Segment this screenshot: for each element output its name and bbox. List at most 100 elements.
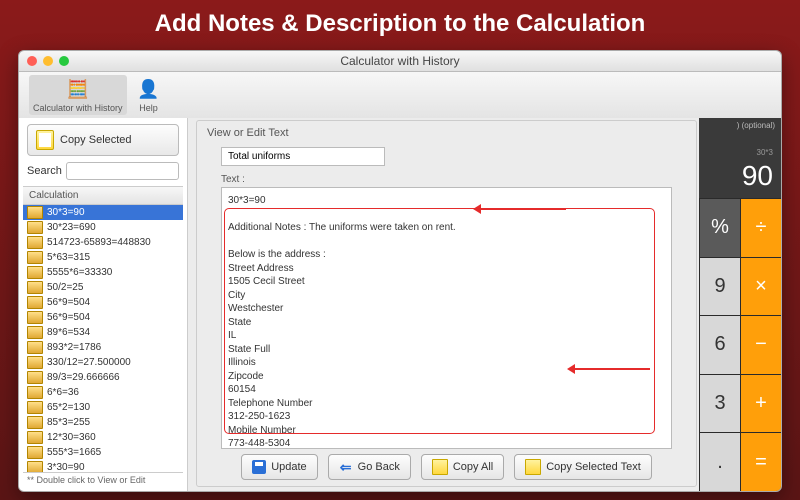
text-line: Mobile Number — [228, 424, 665, 438]
copy-sel-label: Copy Selected Text — [546, 461, 641, 473]
titlebar: Calculator with History — [19, 51, 781, 72]
calc-key-+[interactable]: + — [740, 374, 781, 433]
text-line: 1505 Cecil Street — [228, 275, 665, 289]
sidebar-footer: ** Double click to View or Edit — [23, 472, 183, 487]
text-line — [228, 235, 665, 249]
folder-icon — [27, 386, 43, 399]
list-item[interactable]: 56*9=504 — [23, 310, 183, 325]
update-button[interactable]: Update — [241, 454, 317, 480]
save-icon — [252, 460, 266, 474]
list-item[interactable]: 30*23=690 — [23, 220, 183, 235]
list-item-label: 3*30=90 — [47, 462, 85, 472]
calculator-icon: 🧮 — [66, 77, 90, 101]
list-item[interactable]: 12*30=360 — [23, 430, 183, 445]
list-item-label: 50/2=25 — [47, 282, 83, 293]
list-item-label: 330/12=27.500000 — [47, 357, 131, 368]
text-line: Illinois — [228, 356, 665, 370]
list-item[interactable]: 893*2=1786 — [23, 340, 183, 355]
list-item[interactable]: 3*30=90 — [23, 460, 183, 472]
folder-icon — [27, 356, 43, 369]
folder-icon — [27, 266, 43, 279]
window-title: Calculator with History — [19, 54, 781, 68]
folder-icon — [27, 431, 43, 444]
calc-key-.[interactable]: . — [699, 432, 740, 491]
calc-expression: 30*3 — [699, 148, 781, 158]
sidebar: Copy Selected Search Calculation 30*3=90… — [19, 118, 188, 491]
folder-icon — [27, 221, 43, 234]
folder-icon — [27, 311, 43, 324]
help-icon: 👤 — [137, 77, 161, 101]
list-item[interactable]: 30*3=90 — [23, 205, 183, 220]
calc-key-=[interactable]: = — [740, 432, 781, 491]
clipboard-icon — [36, 130, 54, 150]
list-item-label: 6*6=36 — [47, 387, 79, 398]
calc-key-6[interactable]: 6 — [699, 315, 740, 374]
list-item[interactable]: 6*6=36 — [23, 385, 183, 400]
text-line: 60154 — [228, 383, 665, 397]
folder-icon — [27, 341, 43, 354]
calc-key-−[interactable]: − — [740, 315, 781, 374]
toolbar-help-button[interactable]: 👤 Help — [133, 75, 165, 115]
list-item-label: 85*3=255 — [47, 417, 90, 428]
folder-icon — [27, 446, 43, 459]
calc-display: 90 — [699, 158, 781, 198]
list-item[interactable]: 56*9=504 — [23, 295, 183, 310]
text-label: Text : — [221, 174, 672, 185]
list-item-label: 5*63=315 — [47, 252, 90, 263]
copy-selected-label: Copy Selected — [60, 134, 132, 146]
folder-icon — [27, 326, 43, 339]
title-input[interactable] — [221, 147, 385, 166]
toolbar-help-label: Help — [139, 103, 158, 113]
update-label: Update — [271, 461, 306, 473]
list-item[interactable]: 89/3=29.666666 — [23, 370, 183, 385]
text-line: Street Address — [228, 262, 665, 276]
notes-textarea[interactable]: 30*3=90 Additional Notes : The uniforms … — [221, 187, 672, 449]
search-input[interactable] — [66, 162, 179, 180]
text-line: Telephone Number — [228, 397, 665, 411]
text-line: 30*3=90 — [228, 194, 665, 208]
go-back-button[interactable]: ⇐Go Back — [328, 454, 411, 480]
list-item-label: 893*2=1786 — [47, 342, 101, 353]
calculator-pad: ) (optional) 30*3 90 %÷9×6−3+.= — [699, 118, 781, 491]
toolbar-calculator-button[interactable]: 🧮 Calculator with History — [29, 75, 127, 115]
text-line: Additional Notes : The uniforms were tak… — [228, 221, 665, 235]
copy-all-button[interactable]: Copy All — [421, 454, 504, 480]
list-item[interactable]: 514723-65893=448830 — [23, 235, 183, 250]
folder-icon — [27, 251, 43, 264]
list-item-label: 56*9=504 — [47, 297, 90, 308]
list-item[interactable]: 330/12=27.500000 — [23, 355, 183, 370]
clipboard-icon — [525, 459, 541, 475]
calc-key-9[interactable]: 9 — [699, 257, 740, 316]
hero-title: Add Notes & Description to the Calculati… — [0, 0, 800, 50]
list-item[interactable]: 555*3=1665 — [23, 445, 183, 460]
copy-selected-text-button[interactable]: Copy Selected Text — [514, 454, 652, 480]
text-line — [228, 208, 665, 222]
list-item[interactable]: 65*2=130 — [23, 400, 183, 415]
calc-key-×[interactable]: × — [740, 257, 781, 316]
list-header: Calculation — [23, 186, 183, 205]
list-item[interactable]: 5*63=315 — [23, 250, 183, 265]
calc-key-÷[interactable]: ÷ — [740, 198, 781, 257]
list-item[interactable]: 85*3=255 — [23, 415, 183, 430]
folder-icon — [27, 206, 43, 219]
text-line: State Full — [228, 343, 665, 357]
calc-key-3[interactable]: 3 — [699, 374, 740, 433]
panel-heading: View or Edit Text — [207, 127, 686, 139]
calc-key-%[interactable]: % — [699, 198, 740, 257]
text-line: 773-448-5304 — [228, 437, 665, 449]
list-item[interactable]: 89*6=534 — [23, 325, 183, 340]
folder-icon — [27, 296, 43, 309]
back-arrow-icon: ⇐ — [339, 460, 353, 474]
folder-icon — [27, 281, 43, 294]
folder-icon — [27, 416, 43, 429]
list-item-label: 514723-65893=448830 — [47, 237, 151, 248]
folder-icon — [27, 461, 43, 472]
history-list[interactable]: 30*3=9030*23=690 514723-65893=448830 5*63=… — [23, 205, 183, 472]
copy-all-label: Copy All — [453, 461, 493, 473]
list-item-label: 12*30=360 — [47, 432, 96, 443]
copy-selected-button[interactable]: Copy Selected — [27, 124, 179, 156]
folder-icon — [27, 236, 43, 249]
text-line: 312-250-1623 — [228, 410, 665, 424]
list-item[interactable]: 50/2=25 — [23, 280, 183, 295]
list-item[interactable]: 5555*6=33330 — [23, 265, 183, 280]
